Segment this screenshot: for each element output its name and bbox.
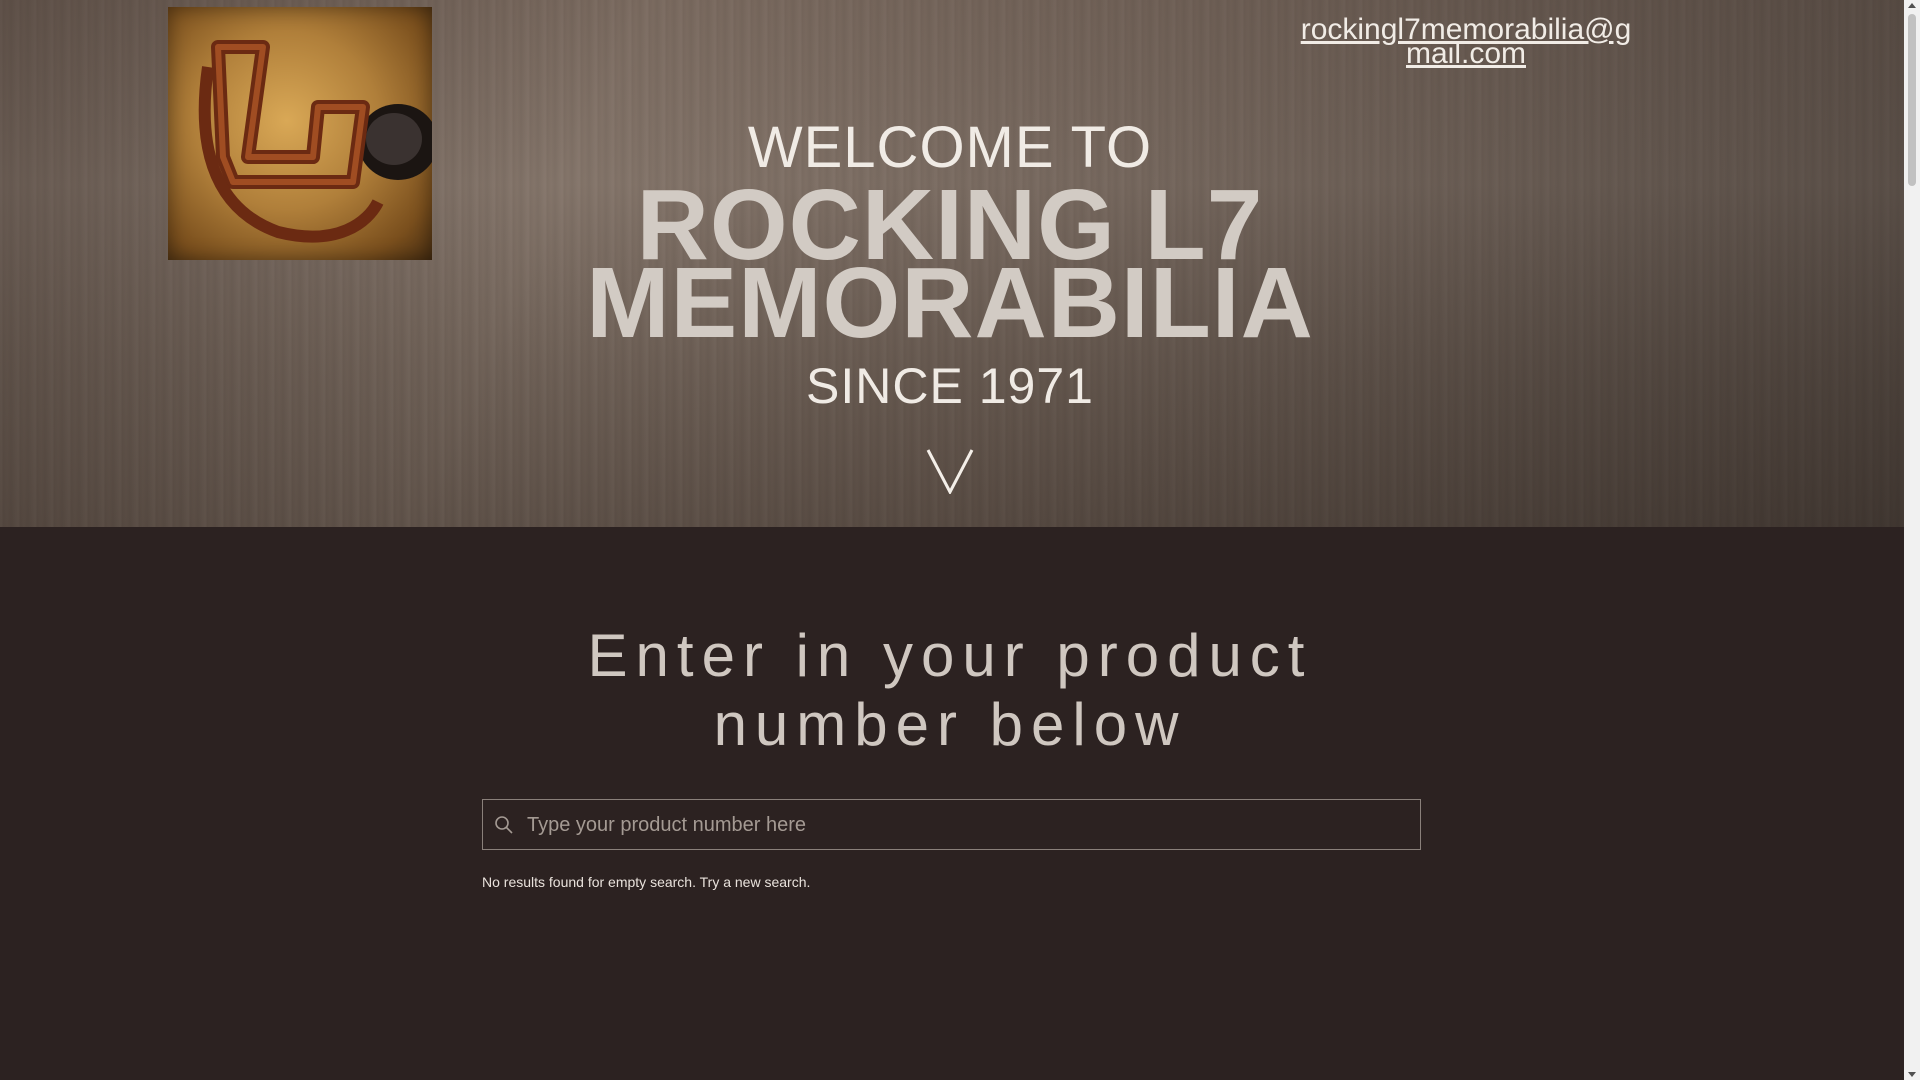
scroll-down-icon[interactable] xyxy=(1908,1072,1916,1077)
page-scrollbar[interactable] xyxy=(1904,0,1920,1080)
product-search-box[interactable] xyxy=(482,799,1421,851)
contact-email-link[interactable]: rockingl7memorabilia@gmail.com xyxy=(1290,15,1642,69)
hero-section: rockingl7memorabilia@gmail.com WELCOME T… xyxy=(0,0,1904,527)
brand-title-line-2: MEMORABILIA xyxy=(586,247,1314,359)
since-year-text: SINCE 1971 xyxy=(806,358,1094,414)
search-heading-line-2: number below xyxy=(713,691,1187,758)
product-number-search-input[interactable] xyxy=(525,800,1409,851)
scroll-up-icon[interactable] xyxy=(1908,3,1916,8)
chevron-down-icon[interactable] xyxy=(926,448,974,494)
scrollbar-thumb[interactable] xyxy=(1908,14,1916,186)
search-status-message: No results found for empty search. Try a… xyxy=(482,874,811,890)
search-icon xyxy=(495,816,513,834)
brand-title: ROCKING L7 MEMORABILIA xyxy=(0,175,1900,359)
search-heading-line-1: Enter in your product xyxy=(587,622,1313,689)
search-heading: Enter in your product number below xyxy=(500,621,1400,759)
